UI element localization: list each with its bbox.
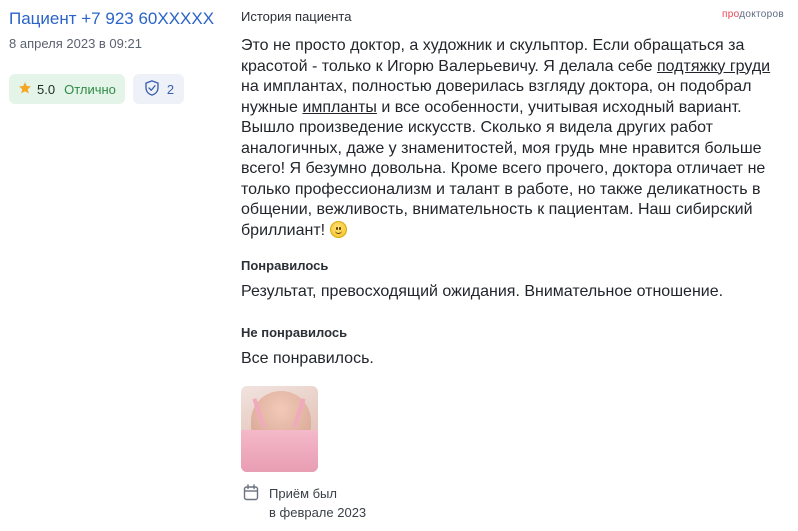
star-icon: [18, 81, 32, 98]
verified-badge[interactable]: 2: [132, 74, 185, 104]
rating-badge[interactable]: 5.0 Отлично: [9, 74, 125, 104]
story-link-implants[interactable]: импланты: [302, 99, 377, 116]
disliked-text: Все понравилось.: [241, 350, 374, 367]
shield-check-icon: [143, 79, 161, 100]
visit-line-2: в феврале 2023: [269, 505, 367, 520]
rating-label: Отлично: [64, 81, 116, 97]
story-part-3: и все особенности, учитывая исходный вар…: [241, 98, 766, 239]
review-author-panel: Пациент +7 923 60XXXXX 8 апреля 2023 в 0…: [9, 8, 229, 104]
review-date: 8 апреля 2023 в 09:21: [9, 36, 142, 51]
visit-line-1: Приём был: [269, 486, 337, 501]
calendar-icon: [243, 484, 259, 522]
rating-value: 5.0: [37, 81, 56, 97]
review-photo-thumbnail[interactable]: [241, 386, 318, 472]
author-name[interactable]: Пациент +7 923 60XXXXX: [9, 8, 229, 30]
review-body: История пациента Это не просто доктор, а…: [241, 9, 781, 472]
liked-text: Результат, превосходящий ожидания. Внима…: [241, 283, 724, 300]
story-text: Это не просто доктор, а художник и скуль…: [241, 36, 781, 241]
liked-label: Понравилось: [241, 258, 329, 273]
smiley-emoji-icon: [329, 220, 347, 238]
story-label: История пациента: [241, 9, 352, 24]
visit-text: Приём был в феврале 2023: [269, 484, 366, 522]
verified-count: 2: [166, 81, 175, 97]
visit-info: Приём был в феврале 2023: [243, 484, 366, 522]
disliked-label: Не понравилось: [241, 325, 348, 340]
story-link-breast-lift[interactable]: подтяжку груди: [657, 58, 770, 75]
badges-row: 5.0 Отлично 2: [9, 74, 229, 104]
